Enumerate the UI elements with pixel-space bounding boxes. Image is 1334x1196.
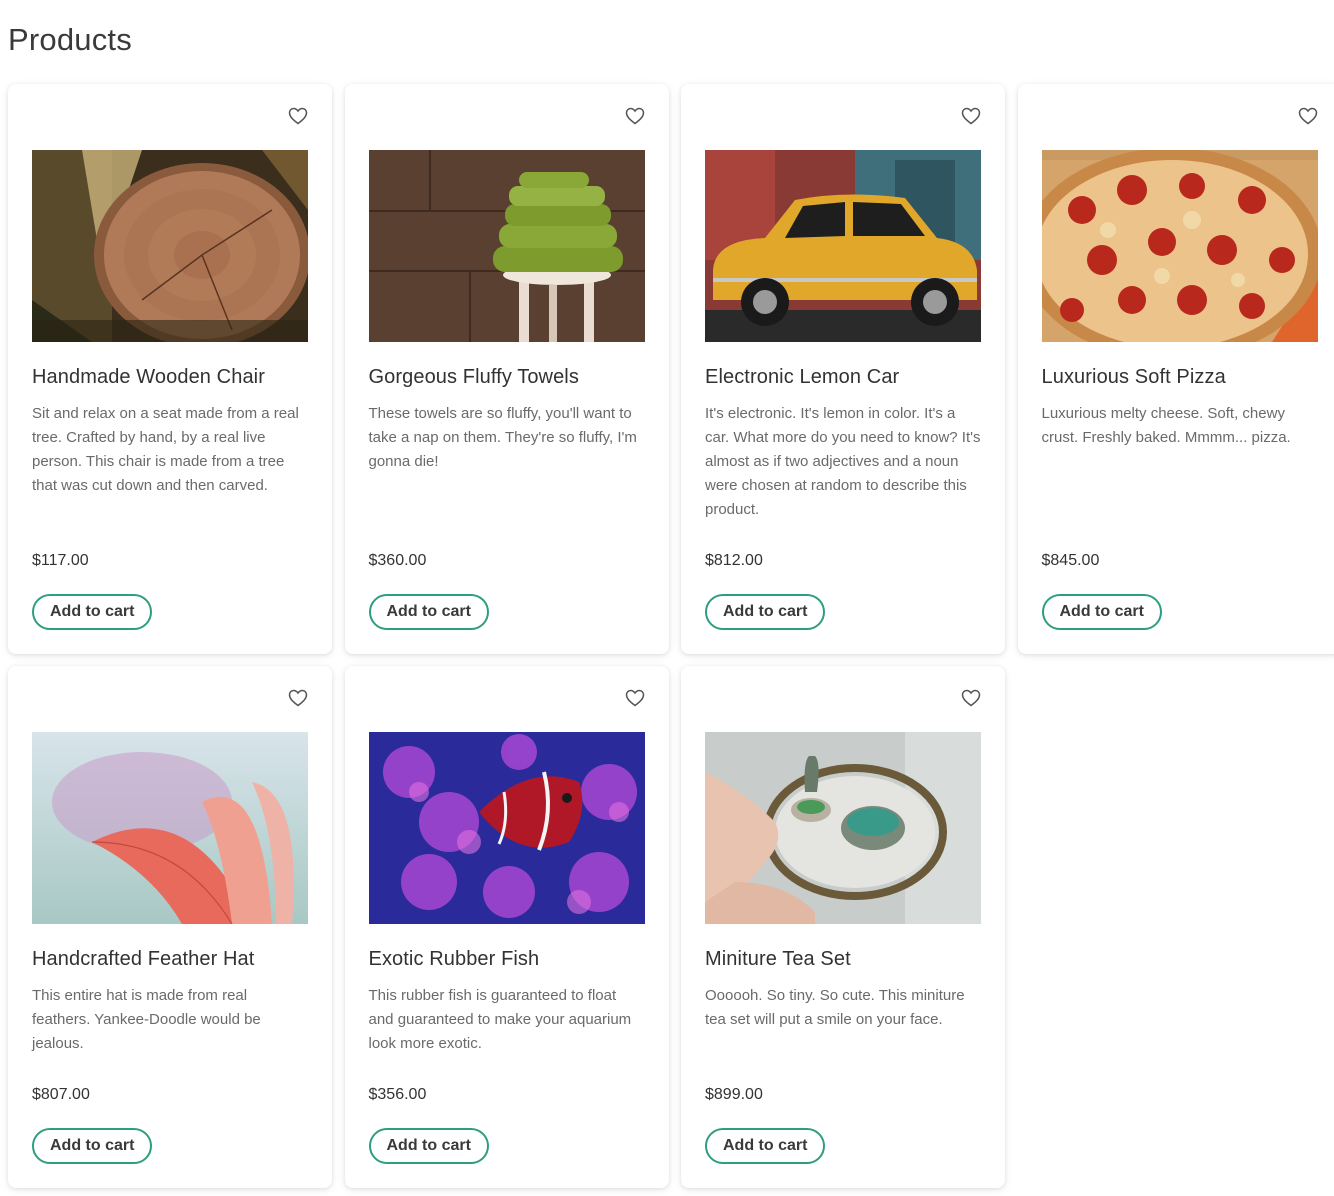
heart-outline-icon[interactable] [287,688,309,708]
product-grid: Handmade Wooden Chair Sit and relax on a… [8,84,1334,1188]
product-card: Luxurious Soft Pizza Luxurious melty che… [1017,84,1334,654]
add-to-cart-button[interactable]: Add to cart [32,594,153,630]
product-name: Electronic Lemon Car [705,366,900,388]
product-price: $117.00 [32,552,89,569]
add-to-cart-button[interactable]: Add to cart [705,594,826,630]
add-to-cart-button[interactable]: Add to cart [368,1128,489,1164]
heart-outline-icon[interactable] [960,688,982,708]
heart-outline-icon[interactable] [287,106,309,126]
product-description: It's electronic. It's lemon in color. It… [705,405,981,518]
product-price: $899.00 [705,1086,763,1103]
product-name: Luxurious Soft Pizza [1041,366,1226,388]
product-card: Gorgeous Fluffy Towels These towels are … [344,84,669,654]
add-to-cart-button[interactable]: Add to cart [1041,594,1162,630]
add-to-cart-button[interactable]: Add to cart [368,594,489,630]
product-name: Miniture Tea Set [705,948,851,970]
product-description: Oooooh. So tiny. So cute. This miniture … [705,987,965,1028]
product-description: Sit and relax on a seat made from a real… [32,405,299,494]
heart-outline-icon[interactable] [1297,106,1319,126]
product-price: $356.00 [368,1086,427,1103]
product-card: Exotic Rubber Fish This rubber fish is g… [344,666,669,1188]
product-price: $812.00 [705,552,763,569]
product-card: Miniture Tea Set Oooooh. So tiny. So cut… [681,666,1005,1188]
yellow-car-image [705,150,981,342]
pink-feather-image [32,732,308,924]
product-description: This entire hat is made from real feathe… [32,987,261,1052]
green-towels-image [368,150,645,342]
product-description: These towels are so fluffy, you'll want … [368,405,637,470]
tiny-tea-set-image [705,732,981,924]
heart-outline-icon[interactable] [624,106,646,126]
product-name: Handmade Wooden Chair [32,366,265,388]
add-to-cart-button[interactable]: Add to cart [705,1128,826,1164]
product-name: Exotic Rubber Fish [368,948,540,970]
pepperoni-pizza-image [1041,150,1318,342]
product-price: $360.00 [368,552,427,569]
page-title: Products [8,22,132,57]
product-description: This rubber fish is guaranteed to float … [368,987,632,1052]
add-to-cart-button[interactable]: Add to cart [32,1128,153,1164]
product-name: Gorgeous Fluffy Towels [368,366,579,388]
clownfish-image [368,732,645,924]
heart-outline-icon[interactable] [960,106,982,126]
product-card: Handmade Wooden Chair Sit and relax on a… [8,84,332,654]
product-price: $845.00 [1041,552,1100,569]
heart-outline-icon[interactable] [624,688,646,708]
product-card: Electronic Lemon Car It's electronic. It… [681,84,1005,654]
product-description: Luxurious melty cheese. Soft, chewy crus… [1041,405,1291,446]
product-card: Handcrafted Feather Hat This entire hat … [8,666,332,1188]
product-name: Handcrafted Feather Hat [32,948,255,970]
product-price: $807.00 [32,1086,90,1103]
wood-log-image [32,150,308,342]
